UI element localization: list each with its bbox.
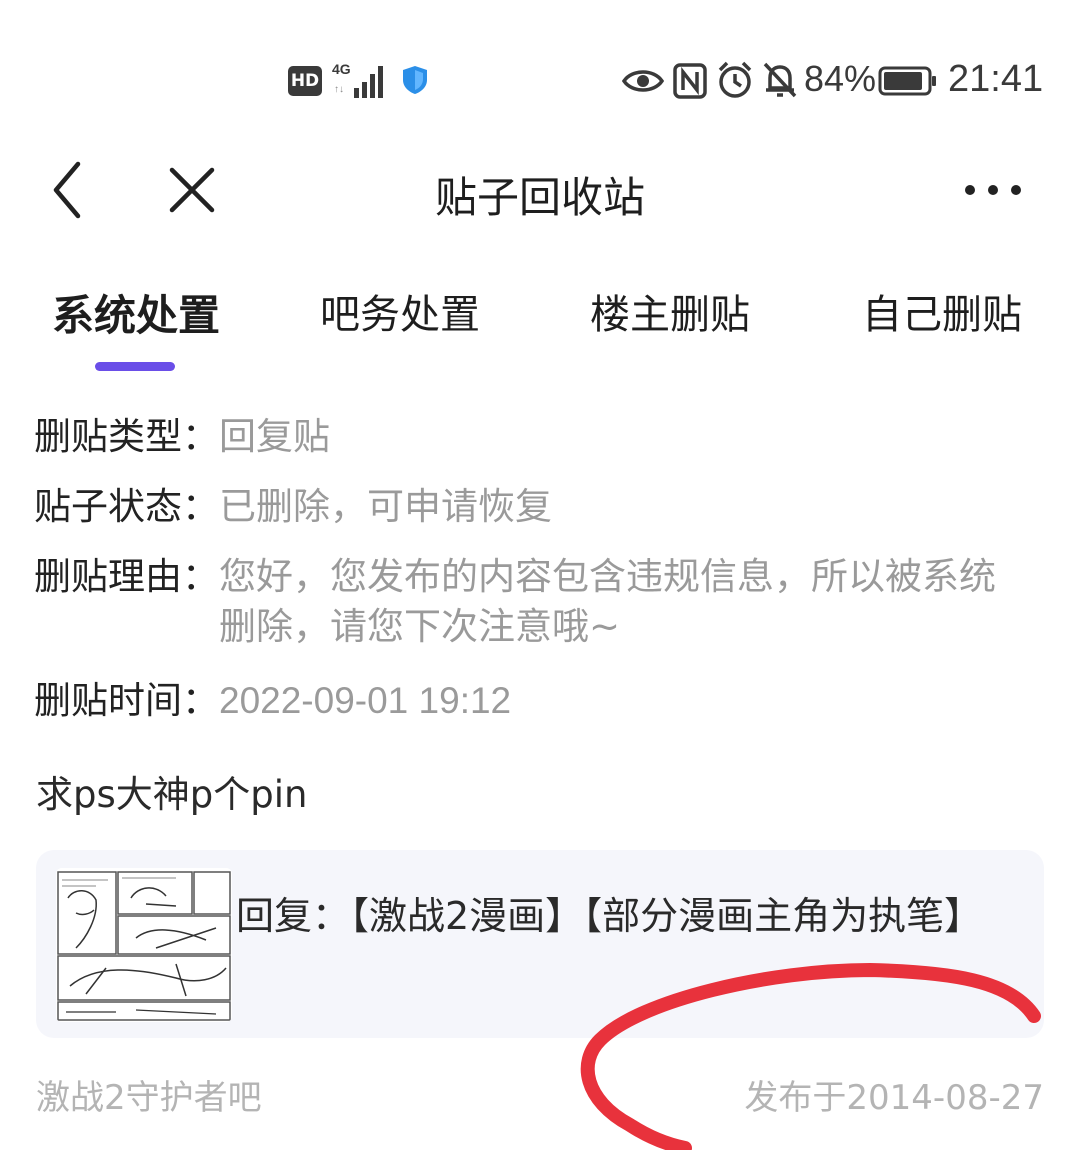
detail-reason: 删贴理由： 您好，您发布的内容包含违规信息，所以被系统删除，请您下次注意哦~: [34, 552, 1029, 652]
detail-status-label: 贴子状态：: [34, 485, 219, 528]
hd-icon: HD: [288, 66, 322, 96]
alarm-icon: [718, 61, 752, 98]
battery-percent: 84%: [804, 58, 877, 99]
detail-reason-label: 删贴理由：: [34, 555, 219, 598]
network-label: 4G: [332, 61, 351, 77]
forum-name-link[interactable]: 激战2守护者吧: [36, 1070, 262, 1119]
detail-time: 删贴时间： 2022-09-01 19:12: [34, 676, 511, 726]
comic-thumbnail-image: [56, 868, 232, 1022]
status-bar: HD 4G ↑↓ 84% 21:41: [0, 0, 1080, 130]
svg-text:↑↓: ↑↓: [334, 84, 344, 95]
thread-thumbnail: [56, 868, 232, 1022]
tab-op-deleted[interactable]: 楼主删贴: [590, 282, 750, 340]
detail-type: 删贴类型： 回复贴: [34, 412, 330, 462]
tab-system[interactable]: 系统处置: [52, 282, 220, 343]
eye-icon: [622, 70, 664, 92]
detail-status: 贴子状态： 已删除，可申请恢复: [34, 482, 552, 532]
tab-self-deleted[interactable]: 自己删贴: [862, 282, 1022, 340]
publish-date: 发布于2014-08-27: [744, 1078, 1044, 1118]
post-content: 求ps大神p个pin: [36, 773, 308, 816]
more-icon[interactable]: [958, 170, 1028, 210]
page-title: 贴子回收站: [434, 173, 645, 222]
signal-icon: 4G ↑↓: [332, 61, 383, 98]
shield-icon: [403, 66, 427, 94]
nfc-icon: [673, 63, 707, 99]
detail-type-value: 回复贴: [219, 415, 330, 458]
detail-time-value: 2022-09-01 19:12: [219, 680, 512, 721]
battery-icon: [878, 66, 936, 96]
active-tab-indicator: [95, 362, 175, 371]
tab-moderator[interactable]: 吧务处置: [320, 282, 480, 340]
mute-bell-icon: [763, 62, 797, 98]
quoted-thread-card[interactable]: 回复：【激战2漫画】【部分漫画主角为执笔】: [36, 850, 1044, 1038]
detail-time-label: 删贴时间：: [34, 679, 219, 722]
detail-status-value: 已删除，可申请恢复: [219, 485, 552, 528]
detail-reason-value: 您好，您发布的内容包含违规信息，所以被系统删除，请您下次注意哦~: [219, 555, 996, 648]
clock: 21:41: [948, 58, 1044, 100]
tab-bar: 系统处置 吧务处置 楼主删贴 自己删贴: [0, 282, 1080, 382]
detail-type-label: 删贴类型：: [34, 415, 219, 458]
quoted-thread-title: 回复：【激战2漫画】【部分漫画主角为执笔】: [236, 894, 983, 938]
